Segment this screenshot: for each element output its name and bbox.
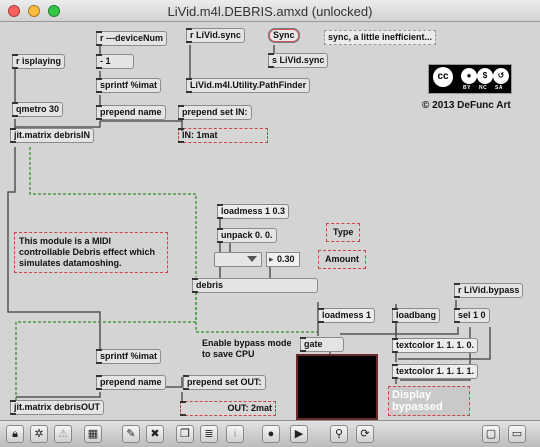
- sa-label: SA: [495, 85, 503, 91]
- sprintf-top-object[interactable]: sprintf %imat: [96, 78, 162, 93]
- display-bypassed-label: Display bypassed: [388, 386, 470, 416]
- amount-number-box[interactable]: 0.30: [266, 252, 300, 267]
- cut-icon[interactable]: ✖: [146, 425, 164, 443]
- prepend-set-out-object[interactable]: prepend set OUT:: [183, 375, 266, 390]
- minus-one-object[interactable]: - 1: [96, 54, 134, 69]
- textcolor-b-message[interactable]: textcolor 1. 1. 1. 1.: [392, 364, 479, 379]
- sprintf-bottom-object[interactable]: sprintf %imat: [96, 349, 162, 364]
- module-description-comment: This module is a MIDI controllable Debri…: [14, 232, 168, 273]
- video-display: [296, 354, 378, 420]
- type-label: Type: [326, 223, 361, 242]
- window-title: LiVid.m4l.DEBRIS.amxd (unlocked): [167, 4, 373, 19]
- loadmess-03-message[interactable]: loadmess 1 0.3: [217, 204, 290, 219]
- pathfinder-object[interactable]: LiVid.m4l.Utility.PathFinder: [186, 78, 311, 93]
- jit-matrix-out-object[interactable]: jit.matrix debrisOUT: [10, 400, 105, 415]
- attribution-icon: ●: [461, 68, 477, 84]
- chevron-down-icon: [247, 256, 257, 262]
- lock-icon[interactable]: 🔒︎: [6, 425, 24, 443]
- presentation-icon[interactable]: ✲: [30, 425, 48, 443]
- patcher-toolbar: 🔒︎ ✲ ⚠ ▦ ✎ ✖ ❐ ≣ i ● ▶ ⚲ ⟳ ▢ ▭: [0, 420, 540, 447]
- sel-10-object[interactable]: sel 1 0: [454, 308, 490, 323]
- out-value-message[interactable]: OUT: 2mat: [180, 401, 276, 416]
- sync-comment: sync, a little inefficient...: [324, 30, 437, 45]
- amount-label: Amount: [318, 250, 366, 269]
- max-patcher-window: LiVid.m4l.DEBRIS.amxd (unlocked) r ---de…: [0, 0, 540, 447]
- list-icon[interactable]: ≣: [200, 425, 218, 443]
- by-label: BY: [463, 85, 471, 91]
- jit-matrix-in-object[interactable]: jit.matrix debrisIN: [10, 128, 95, 143]
- sharealike-icon: ↺: [493, 68, 509, 84]
- title-bar: LiVid.m4l.DEBRIS.amxd (unlocked): [0, 0, 540, 22]
- info-icon[interactable]: i: [226, 425, 244, 443]
- cc-icon: cc: [433, 67, 453, 87]
- type-menu[interactable]: [214, 252, 262, 267]
- bypass-comment: Enable bypass mode to save CPU: [202, 338, 292, 359]
- sync-button[interactable]: Sync: [268, 28, 300, 43]
- r-isplaying-object[interactable]: r isplaying: [12, 54, 66, 69]
- connect-icon[interactable]: ●: [262, 425, 280, 443]
- r-livid-bypass-object[interactable]: r LiVid.bypass: [454, 283, 524, 298]
- creative-commons-badge: cc ● $ ↺ BY NC SA: [428, 64, 512, 94]
- r-device-num-object[interactable]: r ---deviceNum: [96, 31, 168, 46]
- loadmess-1-message[interactable]: loadmess 1: [318, 308, 376, 323]
- r-livid-sync-object[interactable]: r LiVid.sync: [186, 28, 245, 43]
- patcher-canvas[interactable]: r ---deviceNum r isplaying - 1 sprintf %…: [0, 22, 540, 420]
- refresh-icon[interactable]: ⟳: [356, 425, 374, 443]
- minimize-icon[interactable]: ▭: [508, 425, 526, 443]
- textcolor-a-message[interactable]: textcolor 1. 1. 1. 0.: [392, 338, 479, 353]
- prepend-name-top-object[interactable]: prepend name: [96, 105, 166, 120]
- tree-icon[interactable]: ⚲: [330, 425, 348, 443]
- qmetro-object[interactable]: qmetro 30: [12, 102, 64, 117]
- debris-object[interactable]: debris: [192, 278, 318, 293]
- warning-icon[interactable]: ⚠: [54, 425, 72, 443]
- edit-icon[interactable]: ✎: [122, 425, 140, 443]
- loadbang-object[interactable]: loadbang: [392, 308, 440, 323]
- s-livid-sync-object[interactable]: s LiVid.sync: [268, 53, 329, 68]
- play-icon[interactable]: ▶: [290, 425, 308, 443]
- noncommercial-icon: $: [477, 68, 493, 84]
- grid-icon[interactable]: ▦: [84, 425, 102, 443]
- unpack-object[interactable]: unpack 0. 0.: [217, 228, 277, 243]
- prepend-name-bottom-object[interactable]: prepend name: [96, 375, 166, 390]
- nc-label: NC: [479, 85, 488, 91]
- copyright-credit: © 2013 DeFunc Art: [422, 100, 511, 111]
- gate-object[interactable]: gate: [300, 337, 344, 352]
- window-icon[interactable]: ▢: [482, 425, 500, 443]
- in-value-message[interactable]: IN: 1mat: [178, 128, 268, 143]
- duplicate-icon[interactable]: ❐: [176, 425, 194, 443]
- prepend-set-in-object[interactable]: prepend set IN:: [178, 105, 252, 120]
